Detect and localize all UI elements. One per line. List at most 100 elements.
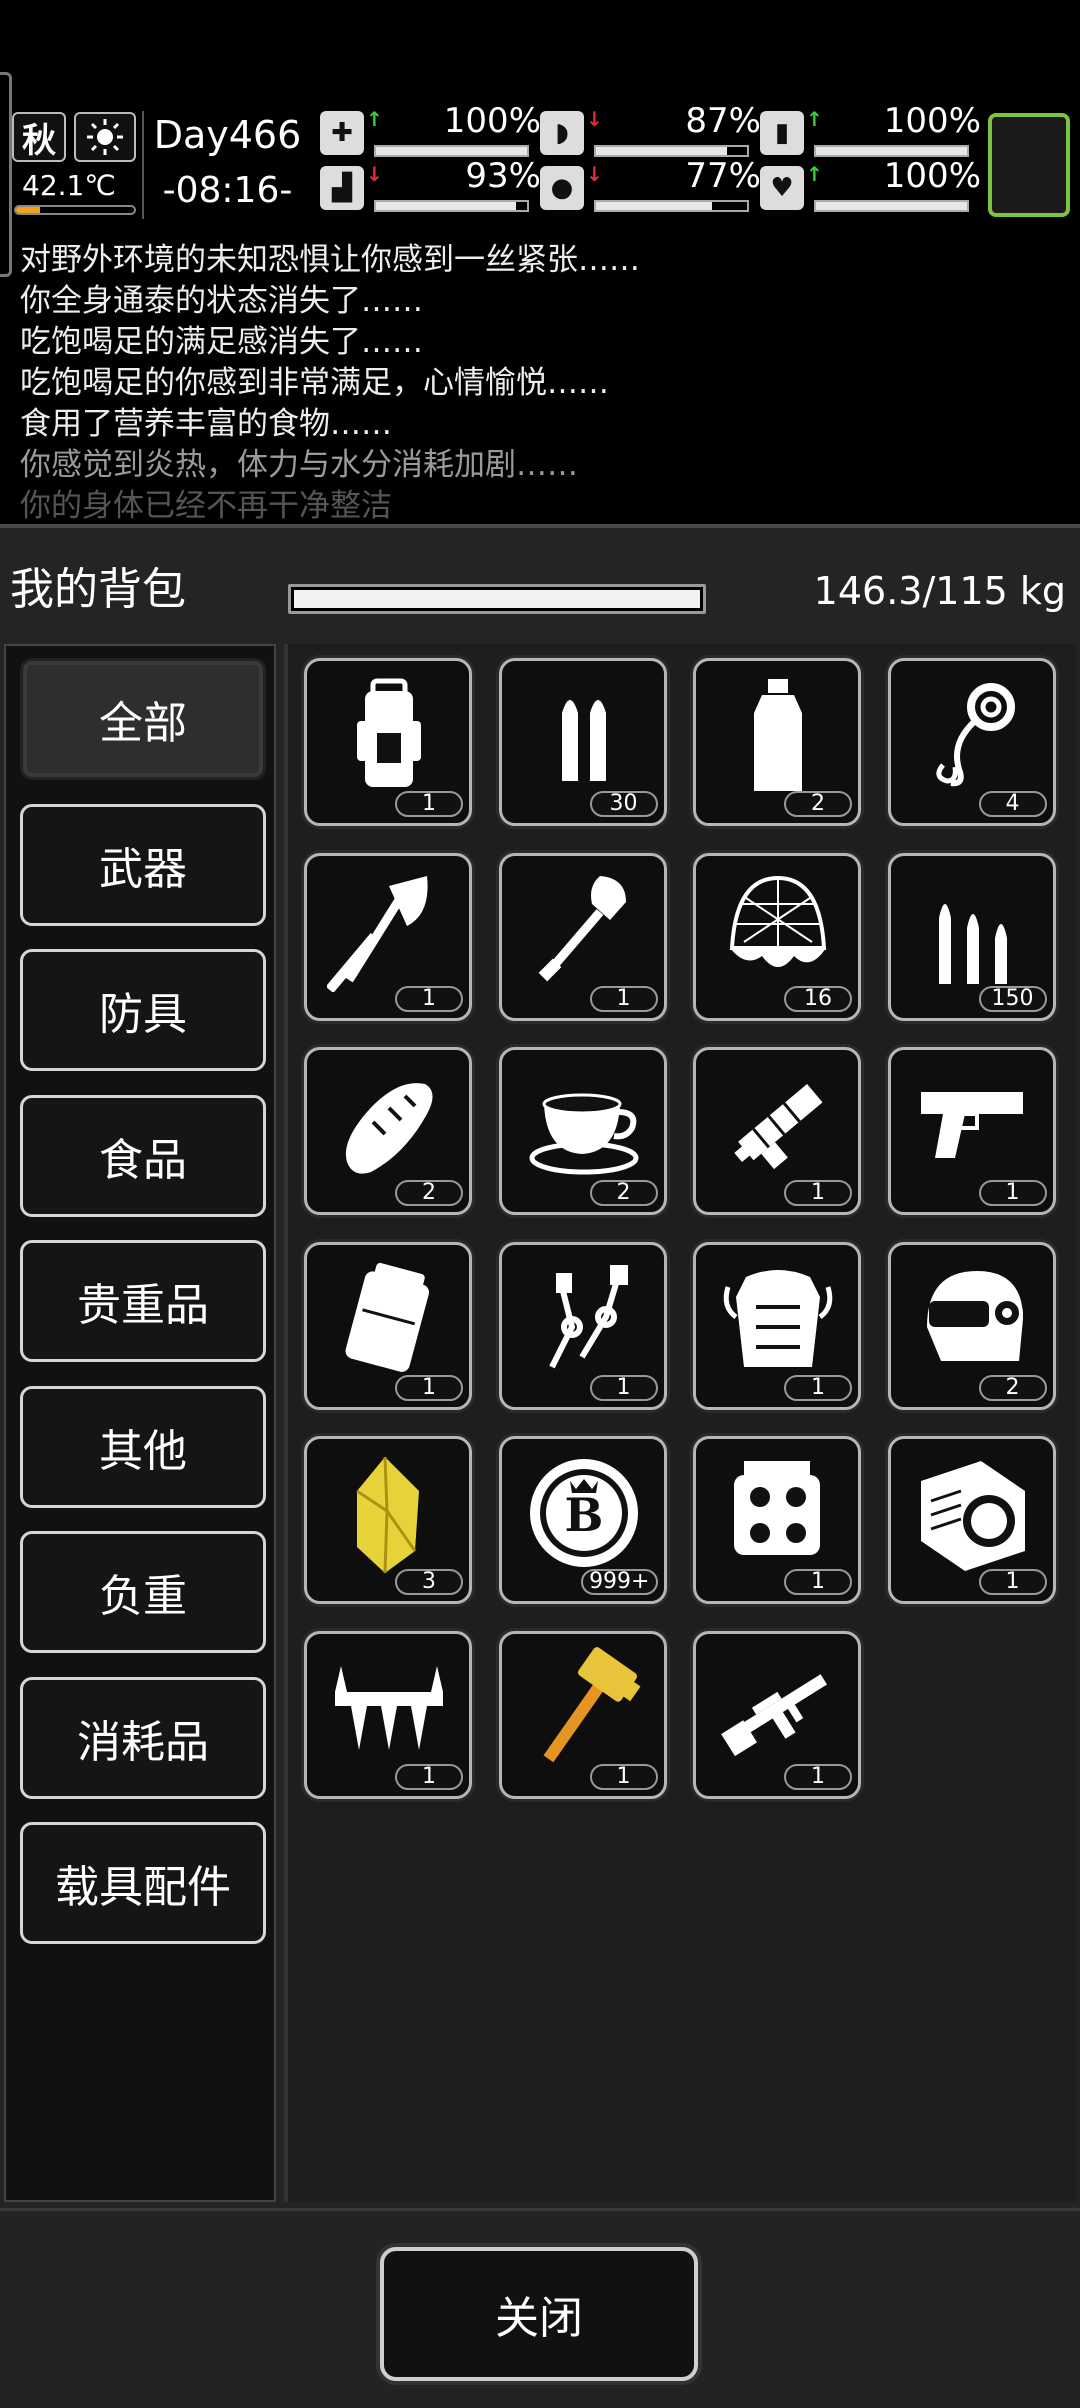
rope-icon bbox=[935, 683, 1015, 787]
item-count: 999+ bbox=[581, 1569, 658, 1595]
heart-icon: ♥ bbox=[760, 166, 804, 210]
inventory-slot[interactable]: 1 bbox=[304, 1241, 472, 1410]
stat-value: 77% bbox=[685, 156, 761, 196]
inventory-slot[interactable]: 1 bbox=[498, 852, 667, 1021]
category-tab[interactable]: 贵重品 bbox=[20, 1240, 266, 1362]
category-tab[interactable]: 载具配件 bbox=[20, 1822, 266, 1944]
inventory-slot[interactable]: 1 bbox=[887, 1436, 1056, 1604]
assault-rifle-icon bbox=[721, 1673, 827, 1756]
helmet-icon bbox=[926, 1270, 1023, 1361]
day-clock: Day466 -08:16- bbox=[150, 110, 305, 220]
sun-icon bbox=[74, 112, 136, 162]
item-count: 1 bbox=[589, 1374, 658, 1401]
inventory-slot[interactable]: 3 bbox=[304, 1436, 472, 1604]
category-tab[interactable]: 防具 bbox=[20, 949, 266, 1071]
inventory-slot[interactable]: 1 bbox=[304, 658, 472, 826]
inventory-slot[interactable]: 2 bbox=[304, 1047, 472, 1215]
inventory-slot[interactable]: 1 bbox=[887, 1047, 1056, 1215]
gold-crystal-icon bbox=[356, 1456, 419, 1574]
item-count: 1 bbox=[395, 791, 463, 817]
item-count: 2 bbox=[978, 1374, 1047, 1401]
inventory-slot[interactable]: 1 bbox=[304, 1630, 472, 1799]
item-count: 1 bbox=[395, 985, 463, 1012]
arrow-up-icon: ↑ bbox=[366, 107, 383, 131]
inventory-slot[interactable]: 1 bbox=[693, 1630, 861, 1799]
backpack-icon bbox=[357, 678, 421, 787]
inventory-slot[interactable]: 4 bbox=[887, 658, 1056, 826]
water-drop-icon: ● bbox=[540, 166, 584, 210]
quick-slot[interactable] bbox=[988, 113, 1070, 217]
stat-health: ✚ ↑ 100% bbox=[320, 101, 541, 157]
inventory-slot[interactable]: 2 bbox=[693, 658, 861, 826]
coffee-cup-icon bbox=[529, 1093, 638, 1175]
item-count: 4 bbox=[978, 791, 1047, 817]
close-button[interactable]: 关闭 bbox=[380, 2247, 698, 2381]
boot-icon: ▟ bbox=[320, 166, 364, 210]
inventory-slot[interactable]: 1 bbox=[693, 1047, 861, 1215]
footer: 关闭 bbox=[0, 2208, 1080, 2408]
backpack-panel: 我的背包 146.3/115 kg 全部 武器 防具 食品 贵重品 其他 负重 消耗品 载具配件… bbox=[0, 524, 1080, 2408]
log-line: 吃饱喝足的满足感消失了…… bbox=[20, 324, 423, 360]
category-tab[interactable]: 其他 bbox=[20, 1385, 266, 1508]
event-log: 对野外环境的未知恐惧让你感到一丝紧张…… 你全身通泰的状态消失了…… 吃饱喝足的… bbox=[20, 240, 1060, 520]
arrow-up-icon: ↑ bbox=[806, 107, 823, 131]
weight-bar bbox=[288, 584, 706, 614]
pistol-icon bbox=[920, 1092, 1023, 1158]
day-counter: Day466 bbox=[153, 113, 302, 157]
inventory-slot[interactable]: 16 bbox=[693, 852, 861, 1021]
item-count: 150 bbox=[978, 985, 1047, 1012]
water-bottle-icon bbox=[754, 679, 802, 791]
pill-icon: ▮ bbox=[760, 111, 804, 155]
clock-time: -08:16- bbox=[162, 170, 293, 211]
coin-letter: B bbox=[564, 1488, 603, 1542]
item-count: 16 bbox=[784, 985, 852, 1012]
item-count: 1 bbox=[589, 985, 658, 1012]
inventory-slot[interactable]: 2 bbox=[498, 1047, 667, 1215]
inventory-slot[interactable]: 1 bbox=[693, 1241, 861, 1410]
inventory-slot[interactable]: 1 bbox=[304, 852, 472, 1021]
temperature: 42.1℃ bbox=[22, 169, 116, 202]
stat-bar bbox=[814, 200, 969, 212]
inventory-slot[interactable]: 1 bbox=[498, 1630, 667, 1799]
weight-text: 146.3/115 kg bbox=[813, 569, 1066, 613]
arrow-down-icon: ↓ bbox=[586, 162, 603, 186]
item-count: 2 bbox=[395, 1180, 463, 1206]
item-count: 3 bbox=[395, 1569, 463, 1595]
category-tab[interactable]: 消耗品 bbox=[20, 1676, 266, 1799]
stat-stomach: ◗ ↓ 87% bbox=[540, 101, 761, 157]
item-count: 1 bbox=[395, 1763, 463, 1790]
inventory-slot[interactable]: 30 bbox=[498, 658, 667, 826]
arrow-up-icon: ↑ bbox=[806, 162, 823, 186]
log-line: 吃饱喝足的你感到非常满足，心情愉悦…… bbox=[20, 365, 609, 401]
bread-icon bbox=[345, 1083, 433, 1174]
golden-hammer-icon bbox=[543, 1646, 641, 1762]
inventory-slot[interactable]: 1 bbox=[693, 1436, 861, 1604]
inventory-slot[interactable]: 1 bbox=[498, 1241, 667, 1410]
axe-icon bbox=[327, 875, 428, 992]
net-icon bbox=[729, 875, 827, 967]
category-tab[interactable]: 武器 bbox=[20, 803, 266, 926]
item-count: 30 bbox=[589, 791, 658, 817]
item-grid: 1 30 2 4 1 1 16 150 2 2 1 1 1 1 1 2 3 B 999+ 1 1 1 1 1 bbox=[284, 644, 1076, 2202]
category-tab[interactable]: 全部 bbox=[20, 658, 266, 780]
stat-value: 100% bbox=[883, 101, 981, 141]
rifle-ammo-icon bbox=[938, 903, 1007, 984]
category-sidebar: 全部武器防具食品贵重品其他负重消耗品载具配件 bbox=[4, 644, 276, 2202]
season-badge: 秋 bbox=[12, 112, 66, 162]
inventory-slot[interactable]: B 999+ bbox=[498, 1436, 667, 1604]
health-icon: ✚ bbox=[320, 111, 364, 155]
inventory-slot[interactable]: 150 bbox=[887, 852, 1056, 1021]
shovel-icon bbox=[538, 875, 626, 981]
arrow-down-icon: ↓ bbox=[366, 162, 383, 186]
coin-b-icon: B bbox=[529, 1459, 638, 1567]
stat-value: 100% bbox=[883, 156, 981, 196]
item-count: 2 bbox=[784, 791, 852, 817]
inventory-slot[interactable]: 2 bbox=[887, 1241, 1056, 1410]
stat-water-drop: ● ↓ 77% bbox=[540, 156, 761, 212]
item-count: 1 bbox=[978, 1180, 1047, 1206]
category-tab[interactable]: 负重 bbox=[20, 1531, 266, 1653]
stat-bar bbox=[594, 200, 749, 212]
category-tab[interactable]: 食品 bbox=[20, 1094, 266, 1217]
bullets-icon bbox=[561, 700, 606, 781]
item-count: 1 bbox=[978, 1569, 1047, 1595]
